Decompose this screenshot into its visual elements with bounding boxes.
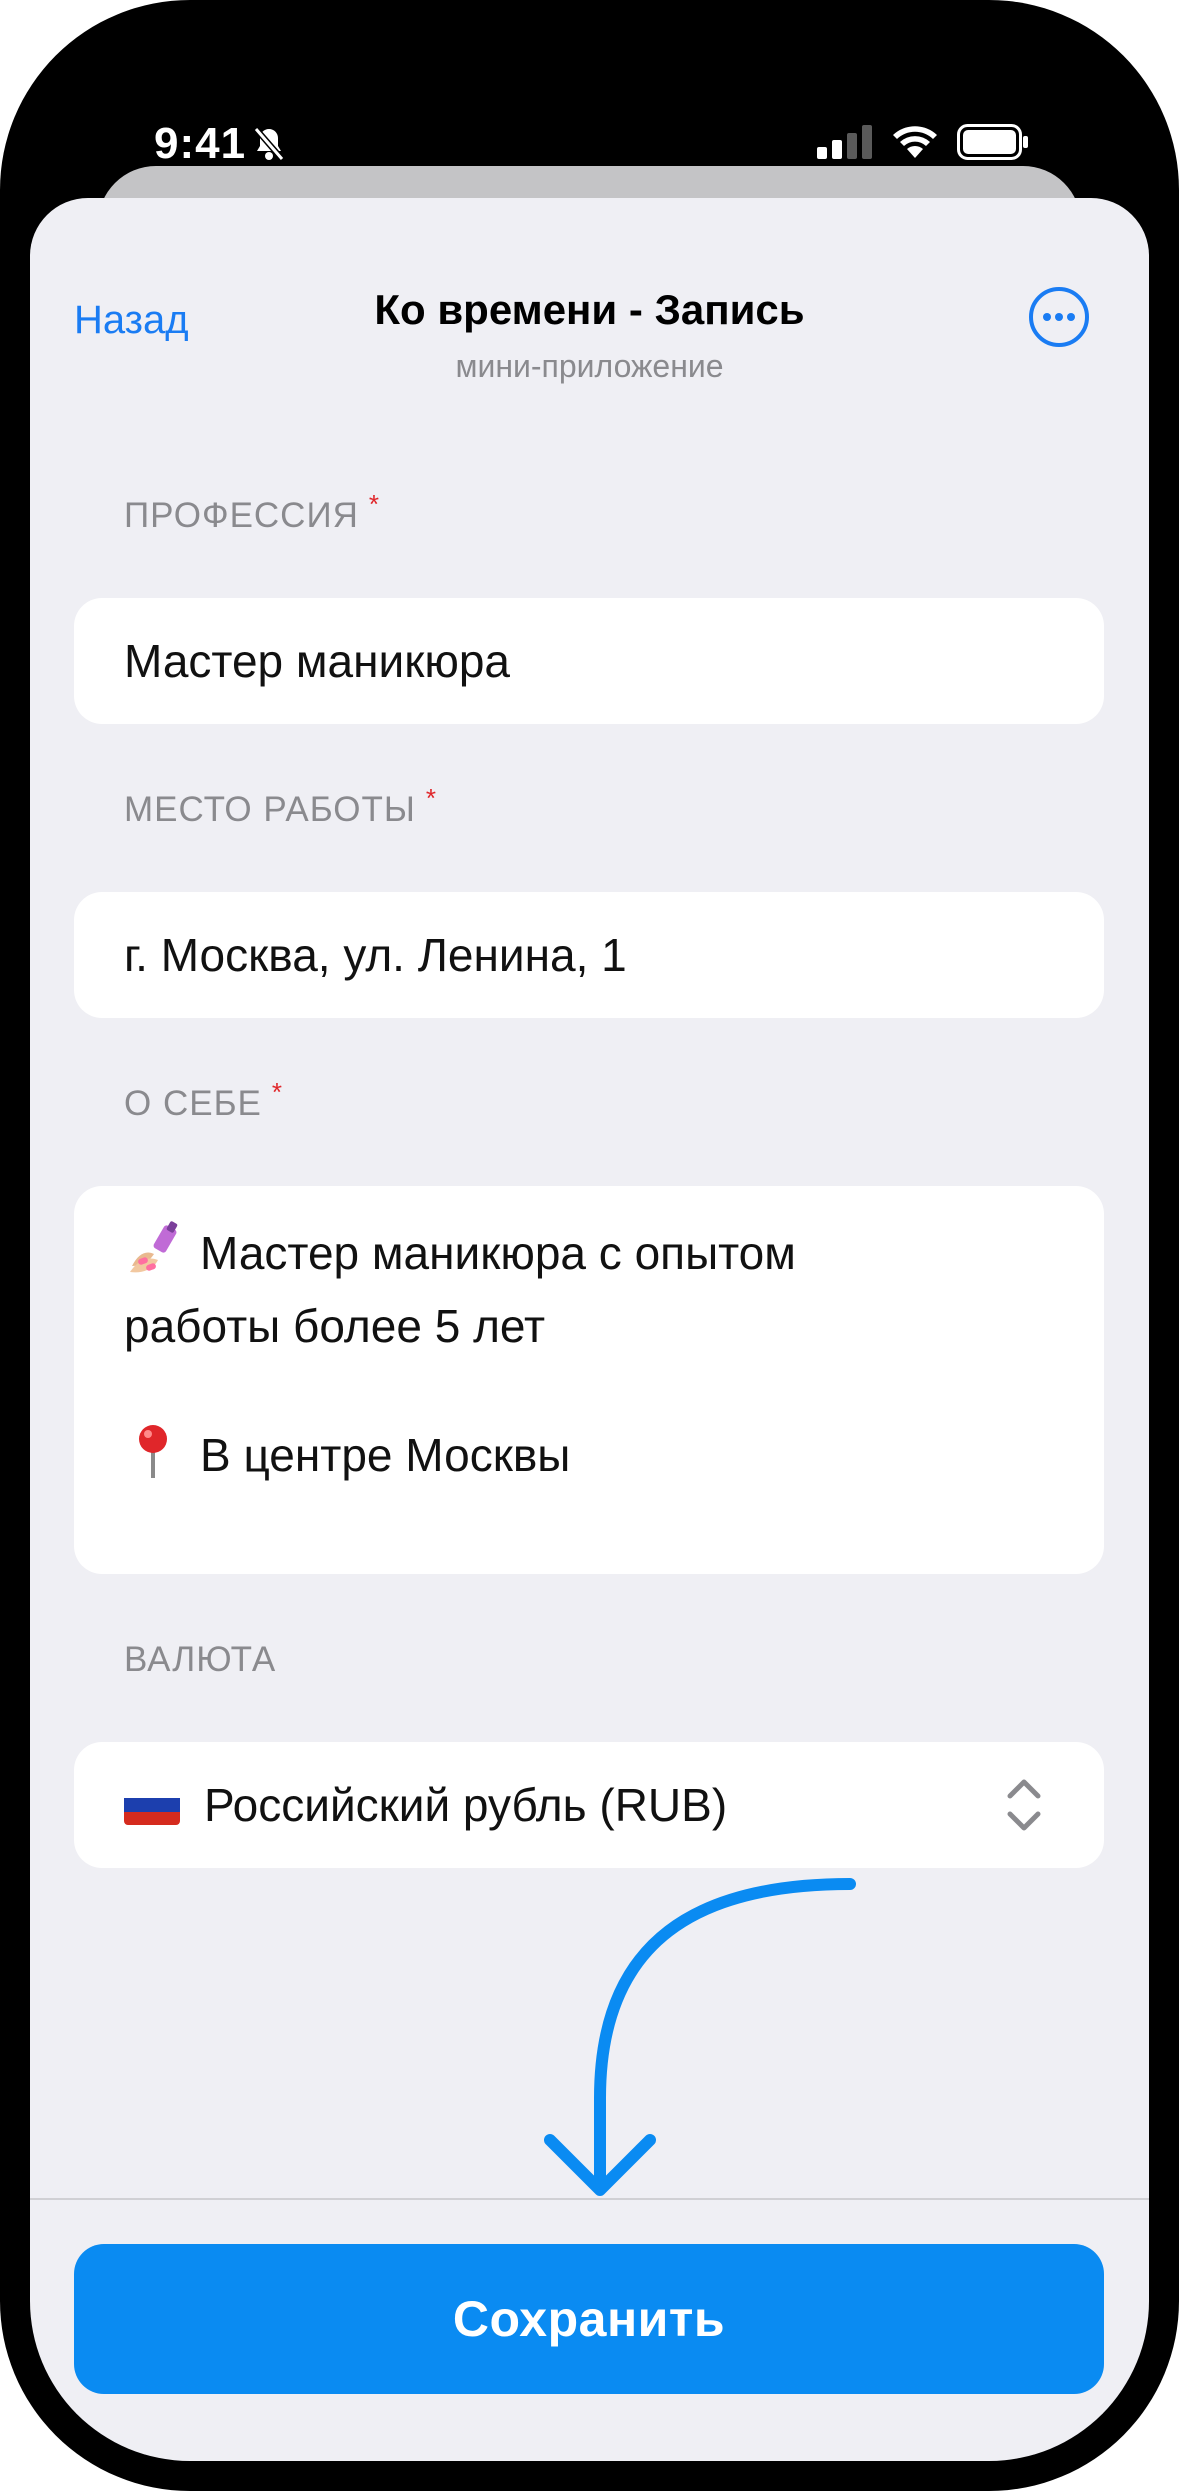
- about-blank-line: [124, 1358, 1054, 1422]
- workplace-value: г. Москва, ул. Ленина, 1: [124, 929, 627, 981]
- silent-bell-icon: [252, 126, 286, 162]
- about-textarea[interactable]: Мастер маникюра с опытом работы более 5 …: [74, 1186, 1104, 1574]
- page-subtitle: мини-приложение: [455, 348, 724, 384]
- wifi-icon: [891, 124, 939, 165]
- currency-label: ВАЛЮТА: [124, 1640, 276, 1680]
- chevron-up-down-icon: [1004, 1776, 1044, 1845]
- about-label: О СЕБЕ *: [124, 1077, 283, 1124]
- about-line-1-text: Мастер маникюра с опытом: [200, 1227, 796, 1280]
- phone-frame: 9:41 Назад Ко времени - Запись мини-прил…: [0, 0, 1179, 2491]
- about-label-text: О СЕБЕ: [124, 1084, 262, 1123]
- russia-flag-icon: [124, 1785, 180, 1825]
- workplace-field[interactable]: г. Москва, ул. Ленина, 1: [74, 892, 1104, 1018]
- workplace-label-text: МЕСТО РАБОТЫ: [124, 790, 416, 829]
- more-options-icon[interactable]: [1028, 286, 1090, 348]
- required-mark: *: [425, 783, 438, 813]
- about-line-3: В центре Москвы: [124, 1422, 1054, 1496]
- profession-label: ПРОФЕССИЯ *: [124, 489, 380, 536]
- about-line-2: работы более 5 лет: [124, 1300, 546, 1352]
- profession-field[interactable]: Мастер маникюра: [74, 598, 1104, 724]
- workplace-label: МЕСТО РАБОТЫ *: [124, 783, 437, 830]
- screen: 9:41 Назад Ко времени - Запись мини-прил…: [30, 30, 1149, 2461]
- signal-icon: [817, 124, 873, 164]
- status-bar-right: [817, 122, 1029, 166]
- page-title: Ко времени - Запись: [374, 286, 805, 333]
- save-button-label: Сохранить: [452, 2291, 726, 2347]
- currency-label-text: ВАЛЮТА: [124, 1640, 277, 1679]
- status-bar-time: 9:41: [154, 114, 314, 174]
- pushpin-icon: [124, 1422, 182, 1496]
- required-mark: *: [271, 1077, 284, 1107]
- nail-polish-icon: [124, 1220, 182, 1294]
- about-line-3-text: В центре Москвы: [200, 1429, 571, 1482]
- mini-app-sheet: Назад Ко времени - Запись мини-приложени…: [30, 198, 1149, 2461]
- arrow-icon: [500, 1878, 900, 2213]
- currency-select[interactable]: Российский рубль (RUB): [74, 1742, 1104, 1868]
- about-line-1: Мастер маникюра с опытом: [124, 1220, 1054, 1294]
- profession-value: Мастер маникюра: [124, 635, 511, 687]
- save-button[interactable]: Сохранить: [74, 2244, 1104, 2394]
- required-mark: *: [368, 489, 381, 519]
- divider: [30, 2198, 1149, 2200]
- time-text: 9:41: [154, 119, 247, 168]
- profession-label-text: ПРОФЕССИЯ: [124, 496, 359, 535]
- battery-icon: [957, 123, 1029, 165]
- currency-value: Российский рубль (RUB): [204, 1779, 728, 1831]
